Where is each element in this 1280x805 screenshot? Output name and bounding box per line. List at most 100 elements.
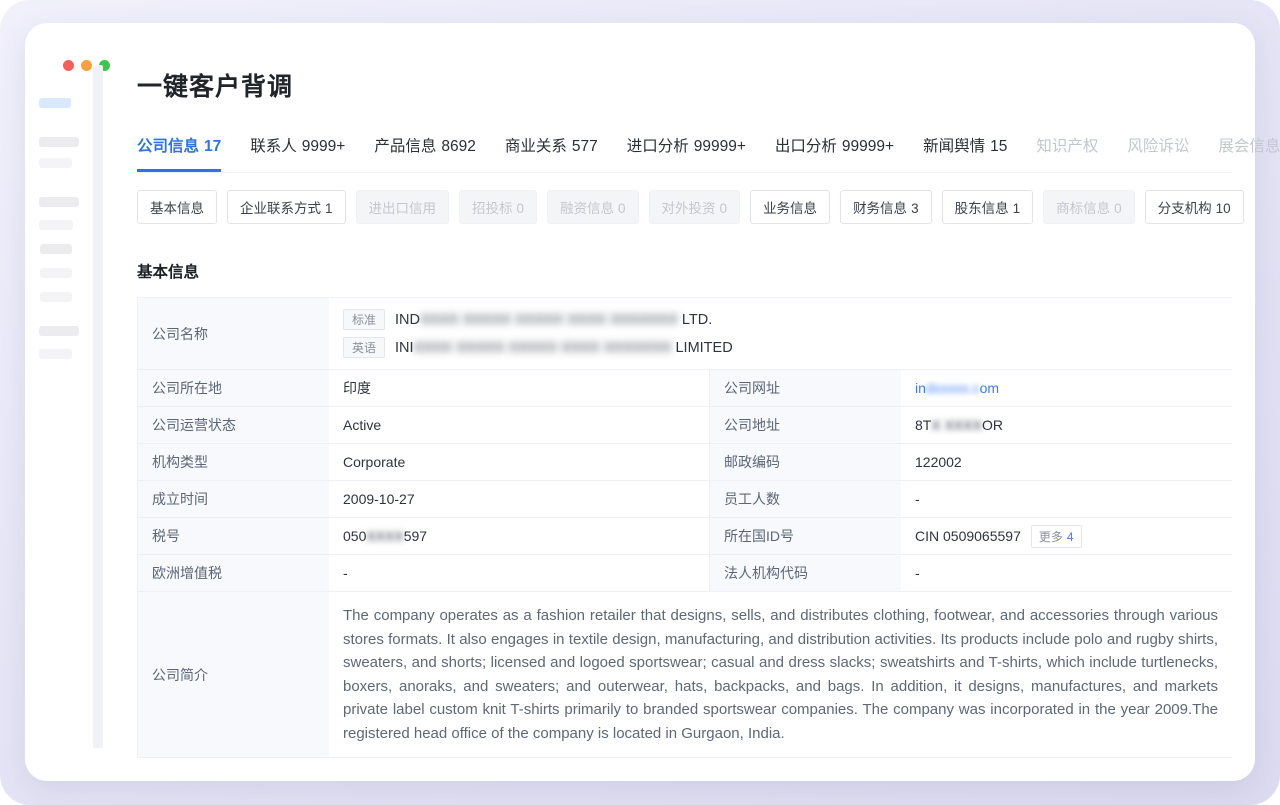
pill-label: 商标信息 bbox=[1056, 197, 1110, 217]
pill-label: 基本信息 bbox=[150, 197, 204, 217]
sidebar-item-placeholder[interactable] bbox=[40, 292, 72, 302]
pill-trademark-info: 商标信息0 bbox=[1043, 190, 1135, 224]
pill-bidding: 招投标 0 bbox=[459, 190, 537, 224]
sidebar-item-placeholder[interactable] bbox=[39, 137, 79, 147]
tab-count: 99999+ bbox=[842, 138, 894, 156]
sidebar-item-placeholder[interactable] bbox=[40, 268, 72, 278]
pill-business-info[interactable]: 业务信息 bbox=[750, 190, 830, 224]
section-title-basic-info: 基本信息 bbox=[137, 260, 1232, 282]
pill-branches[interactable]: 分支机构10 bbox=[1145, 190, 1244, 224]
pill-label: 进出口信用 bbox=[369, 197, 437, 217]
tab-count: 9999+ bbox=[302, 138, 346, 156]
sidebar-item-placeholder[interactable] bbox=[39, 326, 79, 336]
sidebar-item-placeholder[interactable] bbox=[39, 197, 79, 207]
sidebar-divider bbox=[93, 65, 103, 748]
tab-label: 展会信息 bbox=[1218, 134, 1280, 156]
tab-products[interactable]: 产品信息 8692 bbox=[374, 134, 476, 172]
row-label: 公司名称 bbox=[137, 298, 329, 370]
pill-count: 1 bbox=[325, 201, 333, 216]
sidebar-item-placeholder[interactable] bbox=[40, 244, 72, 254]
table-row: 公司运营状态 Active 公司地址 8TX XXXXOR bbox=[137, 407, 1232, 444]
table-row: 成立时间 2009-10-27 员工人数 - bbox=[137, 481, 1232, 518]
company-address-cell: 8TX XXXXOR bbox=[901, 407, 1232, 444]
pill-financial-info[interactable]: 财务信息3 bbox=[840, 190, 932, 224]
tab-news-sentiment[interactable]: 新闻舆情 15 bbox=[923, 134, 1007, 172]
table-row: 欧洲增值税 - 法人机构代码 - bbox=[137, 555, 1232, 592]
tab-label: 公司信息 bbox=[137, 134, 199, 156]
company-name-text: INDXXXX XXXXX XXXXX XXXX XXXXXXX LTD. bbox=[395, 312, 712, 328]
tab-label: 商业关系 bbox=[505, 134, 567, 156]
row-value: 122002 bbox=[901, 444, 1232, 481]
tab-contacts[interactable]: 联系人9999+ bbox=[250, 134, 345, 172]
pill-basic-info[interactable]: 基本信息 bbox=[137, 190, 217, 224]
row-label: 公司所在地 bbox=[137, 370, 329, 407]
sidebar-item-placeholder[interactable] bbox=[39, 349, 72, 359]
row-label: 所在国ID号 bbox=[709, 518, 901, 555]
pill-label: 分支机构 bbox=[1158, 197, 1212, 217]
row-value: 印度 bbox=[329, 370, 709, 407]
tab-import-analysis[interactable]: 进口分析99999+ bbox=[627, 134, 746, 172]
pill-label: 财务信息 bbox=[853, 197, 907, 217]
tab-export-analysis[interactable]: 出口分析 99999+ bbox=[775, 134, 894, 172]
redacted-text: XXXX XXXXX XXXXX XXXX XXXXXXX bbox=[420, 312, 678, 328]
row-label: 欧洲增值税 bbox=[137, 555, 329, 592]
company-website-link[interactable]: indxxxxx.com bbox=[915, 380, 999, 396]
company-website-cell: indxxxxx.com bbox=[901, 370, 1232, 407]
redacted-text: X XXXX bbox=[931, 417, 982, 433]
pill-shareholder-info[interactable]: 股东信息1 bbox=[942, 190, 1034, 224]
row-label: 公司网址 bbox=[709, 370, 901, 407]
pill-financing-info: 融资信息 0 bbox=[547, 190, 639, 224]
row-label: 税号 bbox=[137, 518, 329, 555]
company-name-standard: 标准 INDXXXX XXXXX XXXXX XXXX XXXXXXX LTD. bbox=[343, 309, 712, 330]
minimize-window-icon[interactable] bbox=[81, 60, 92, 71]
pill-label: 股东信息 bbox=[955, 197, 1009, 217]
row-label: 成立时间 bbox=[137, 481, 329, 518]
tab-company-info[interactable]: 公司信息 17 bbox=[137, 134, 221, 172]
pill-count: 0 bbox=[720, 201, 728, 216]
tab-count: 15 bbox=[990, 138, 1007, 156]
pill-count: 0 bbox=[618, 201, 626, 216]
national-id-value: CIN 0509065597 bbox=[915, 528, 1021, 544]
tab-label: 新闻舆情 bbox=[923, 134, 985, 156]
tab-label: 出口分析 bbox=[775, 134, 837, 156]
row-value: Corporate bbox=[329, 444, 709, 481]
pill-count: 0 bbox=[517, 201, 525, 216]
table-row-company-intro: 公司简介 The company operates as a fashion r… bbox=[137, 592, 1232, 758]
national-id-cell: CIN 0509065597 更多4 bbox=[901, 518, 1232, 555]
table-row-company-name: 公司名称 标准 INDXXXX XXXXX XXXXX XXXX XXXXXXX… bbox=[137, 298, 1232, 370]
row-label: 公司地址 bbox=[709, 407, 901, 444]
pill-import-export-credit: 进出口信用 bbox=[356, 190, 450, 224]
tab-count: 17 bbox=[204, 138, 221, 156]
pill-label: 招投标 bbox=[472, 197, 513, 217]
standard-name-badge: 标准 bbox=[343, 309, 385, 330]
redacted-text: dxxxxx.c bbox=[926, 380, 980, 396]
row-value: 2009-10-27 bbox=[329, 481, 709, 518]
app-backdrop: 一键客户背调 公司信息17 联系人9999+ 产品信息8692 商业关系577 … bbox=[0, 0, 1280, 805]
row-label: 员工人数 bbox=[709, 481, 901, 518]
page-title: 一键客户背调 bbox=[137, 67, 1232, 103]
close-window-icon[interactable] bbox=[63, 60, 74, 71]
tab-count: 99999+ bbox=[694, 138, 746, 156]
pill-label: 业务信息 bbox=[763, 197, 817, 217]
tab-count: 8692 bbox=[441, 138, 475, 156]
tab-count: 577 bbox=[572, 138, 598, 156]
company-name-cell: 标准 INDXXXX XXXXX XXXXX XXXX XXXXXXX LTD.… bbox=[329, 298, 1232, 370]
tab-label: 产品信息 bbox=[374, 134, 436, 156]
sidebar-item-placeholder[interactable] bbox=[39, 158, 72, 168]
english-name-badge: 英语 bbox=[343, 337, 385, 358]
table-row: 机构类型 Corporate 邮政编码 122002 bbox=[137, 444, 1232, 481]
more-ids-button[interactable]: 更多4 bbox=[1031, 525, 1082, 548]
tax-id-cell: 050XXXX597 bbox=[329, 518, 709, 555]
tab-intellectual-property: 知识产权 bbox=[1036, 134, 1098, 172]
sidebar-item-active-placeholder[interactable] bbox=[39, 98, 71, 108]
browser-window: 一键客户背调 公司信息17 联系人9999+ 产品信息8692 商业关系577 … bbox=[25, 23, 1255, 781]
table-row: 税号 050XXXX597 所在国ID号 CIN 0509065597 更多4 bbox=[137, 518, 1232, 555]
pill-label: 融资信息 bbox=[560, 197, 614, 217]
pill-label: 企业联系方式 bbox=[240, 197, 321, 217]
sidebar-item-placeholder[interactable] bbox=[39, 220, 73, 230]
redacted-text: XXXX bbox=[366, 528, 403, 544]
pill-contact-methods[interactable]: 企业联系方式 1 bbox=[227, 190, 346, 224]
tab-business-relations[interactable]: 商业关系 577 bbox=[505, 134, 598, 172]
row-label: 邮政编码 bbox=[709, 444, 901, 481]
row-value: - bbox=[901, 481, 1232, 518]
